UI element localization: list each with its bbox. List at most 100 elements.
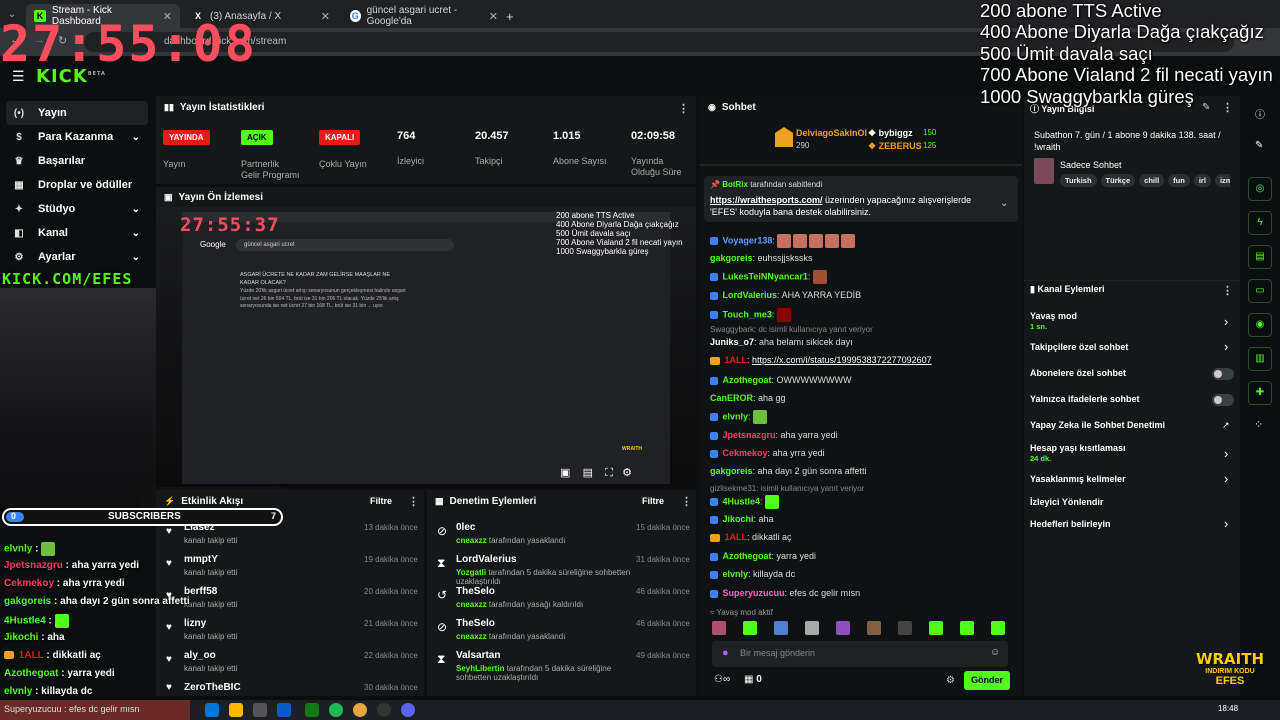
action-slow-mode[interactable]: Yavaş mod 1 sn. [1030, 311, 1077, 331]
action-banned-words[interactable]: Yasaklanmış kelimeler [1030, 474, 1126, 484]
emote-icon[interactable] [836, 621, 850, 635]
emote-icon[interactable] [960, 621, 974, 635]
chevron-right-icon[interactable]: › [1224, 314, 1228, 329]
sidebar-item-basarilar[interactable]: ♛ Başarılar [6, 149, 148, 173]
settings-icon[interactable]: ⚙ [622, 467, 632, 479]
close-tab-icon[interactable]: ✕ [321, 10, 330, 23]
more-options-icon[interactable]: ⋮ [1222, 284, 1233, 297]
mod-by[interactable]: cneaxzz [456, 632, 487, 641]
users-icon[interactable]: ⚇∞ [714, 674, 730, 685]
emote-icon[interactable] [805, 621, 819, 635]
pinned-link[interactable]: https://wraithesports.com/ [710, 195, 823, 205]
xbox-icon[interactable] [305, 703, 319, 717]
chat-username[interactable]: Voyager138 [723, 235, 773, 245]
action-account-age[interactable]: Hesap yaşı kısıtlaması 24 dk. [1030, 443, 1126, 463]
follower-name[interactable]: lizny [184, 618, 237, 629]
gifter-2-name[interactable]: ❖ bybiggz [868, 128, 913, 139]
emoji-icon[interactable]: ☺ [990, 647, 1000, 658]
emote-icon[interactable] [929, 621, 943, 635]
emote-icon[interactable] [867, 621, 881, 635]
emote-icon[interactable] [743, 621, 757, 635]
chevron-right-icon[interactable]: › [1224, 339, 1228, 354]
chevron-right-icon[interactable]: › [1224, 471, 1228, 486]
sidebar-item-kanal[interactable]: ◧ Kanal ⌄ [6, 221, 148, 245]
sidebar-item-ayarlar[interactable]: ⚙ Ayarlar ⌄ [6, 245, 148, 269]
chat-username[interactable]: elvnly [723, 569, 749, 579]
obs-icon[interactable] [377, 703, 391, 717]
follower-name[interactable]: berff58 [184, 586, 237, 597]
filter-button[interactable]: Filtre [642, 496, 664, 506]
mod-by[interactable]: SeyhLibertin [456, 664, 504, 673]
wrench-rail-icon[interactable]: ✚ [1248, 381, 1272, 405]
dots-rail-icon[interactable]: ⁘ [1254, 418, 1263, 431]
chat-username[interactable]: gakgoreis [710, 466, 753, 476]
gift-box-icon[interactable]: ▦ [744, 674, 753, 685]
tag[interactable]: Turkish [1060, 174, 1097, 187]
app-icon[interactable] [253, 703, 267, 717]
more-options-icon[interactable]: ⋮ [408, 495, 419, 508]
tag[interactable]: chill [1139, 174, 1165, 187]
info-rail-icon[interactable]: ⓘ [1255, 106, 1265, 121]
chat-username[interactable]: 4Hustle4 [723, 496, 761, 506]
action-goals[interactable]: Hedefleri belirleyin [1030, 519, 1111, 529]
tab-google-search[interactable]: G güncel asgari ucret - Google'da ✕ [342, 4, 506, 28]
mod-by[interactable]: cneaxzz [456, 536, 487, 545]
chat-username[interactable]: LukesTeiNNyancar1 [723, 271, 808, 281]
pencil-rail-icon[interactable]: ✎ [1255, 140, 1263, 151]
tag[interactable]: irl [1193, 174, 1211, 187]
chat-username[interactable]: Touch_me3 [723, 309, 772, 319]
outlook-icon[interactable] [277, 703, 291, 717]
broadcast-rail-icon[interactable]: ◉ [1248, 313, 1272, 337]
new-tab-button[interactable]: + [506, 4, 520, 28]
action-followers-only[interactable]: Takipçilere özel sohbet [1030, 342, 1128, 352]
tag[interactable]: fun [1168, 174, 1190, 187]
close-tab-icon[interactable]: ✕ [489, 10, 498, 23]
category-name[interactable]: Sadece Sohbet [1060, 160, 1122, 170]
emote-icon[interactable] [712, 621, 726, 635]
chat-username[interactable]: elvnly [723, 411, 749, 421]
chat-input[interactable]: ● Bir mesaj gönderin ☺ [712, 641, 1008, 667]
mod-by[interactable]: cneaxzz [456, 600, 487, 609]
tag[interactable]: Türkçe [1100, 174, 1136, 187]
sidebar-item-para-kazanma[interactable]: $ Para Kazanma ⌄ [6, 125, 148, 149]
sidebar-item-studyo[interactable]: ✦ Stüdyo ⌄ [6, 197, 148, 221]
chat-username[interactable]: Superyuzucuu [723, 588, 785, 598]
chat-username[interactable]: 1ALL [725, 355, 748, 365]
more-options-icon[interactable]: ⋮ [681, 495, 692, 508]
chat-username[interactable]: LordValerius [723, 290, 778, 300]
more-options-icon[interactable]: ⋮ [678, 102, 689, 115]
follower-name[interactable]: aly_oo [184, 650, 237, 661]
mic-icon[interactable]: ● [722, 647, 729, 659]
action-emotes-only[interactable]: Yalnızca ifadelerle sohbet [1030, 394, 1140, 404]
screen-icon[interactable]: ▤ [583, 467, 593, 479]
emote-icon[interactable] [991, 621, 1005, 635]
emote-icon[interactable] [898, 621, 912, 635]
chat-username[interactable]: Cekmekoy [723, 448, 768, 458]
spotify-icon[interactable] [329, 703, 343, 717]
emote-icon[interactable] [774, 621, 788, 635]
emotes-only-toggle[interactable] [1212, 394, 1234, 406]
document-rail-icon[interactable]: ▤ [1248, 245, 1272, 269]
chat-username[interactable]: gakgoreis [710, 253, 753, 263]
chat-username[interactable]: Jpetsnazgru [723, 430, 776, 440]
windows-start-icon[interactable] [205, 703, 219, 717]
camera-rail-icon[interactable]: ◎ [1248, 177, 1272, 201]
chat-username[interactable]: Azothegoat [723, 551, 772, 561]
chat-username[interactable]: Azothegoat [723, 375, 772, 385]
chat-username[interactable]: Juniks_o7 [710, 337, 754, 347]
chat-username[interactable]: Jikochi [723, 514, 754, 524]
subs-only-toggle[interactable] [1212, 368, 1234, 380]
filter-button[interactable]: Filtre [370, 496, 392, 506]
tag[interactable]: izm [1214, 174, 1230, 187]
discord-icon[interactable] [401, 703, 415, 717]
top-gifter-name[interactable]: DelviagoSakinOl [796, 128, 867, 138]
chevron-right-icon[interactable]: › [1224, 446, 1228, 461]
pinned-by[interactable]: BotRix [722, 180, 748, 189]
sidebar-item-yayin[interactable]: (•) Yayın [6, 101, 148, 125]
explorer-icon[interactable] [229, 703, 243, 717]
gifter-3-name[interactable]: ❖ ZEBERUS [868, 141, 922, 152]
chevron-down-icon[interactable]: ⌄ [1000, 198, 1008, 209]
chat-username[interactable]: 1ALL [725, 532, 748, 542]
follower-name[interactable]: ZeroTheBIC [184, 682, 241, 693]
sidebar-item-droplar[interactable]: ▦ Droplar ve ödüller [6, 173, 148, 197]
